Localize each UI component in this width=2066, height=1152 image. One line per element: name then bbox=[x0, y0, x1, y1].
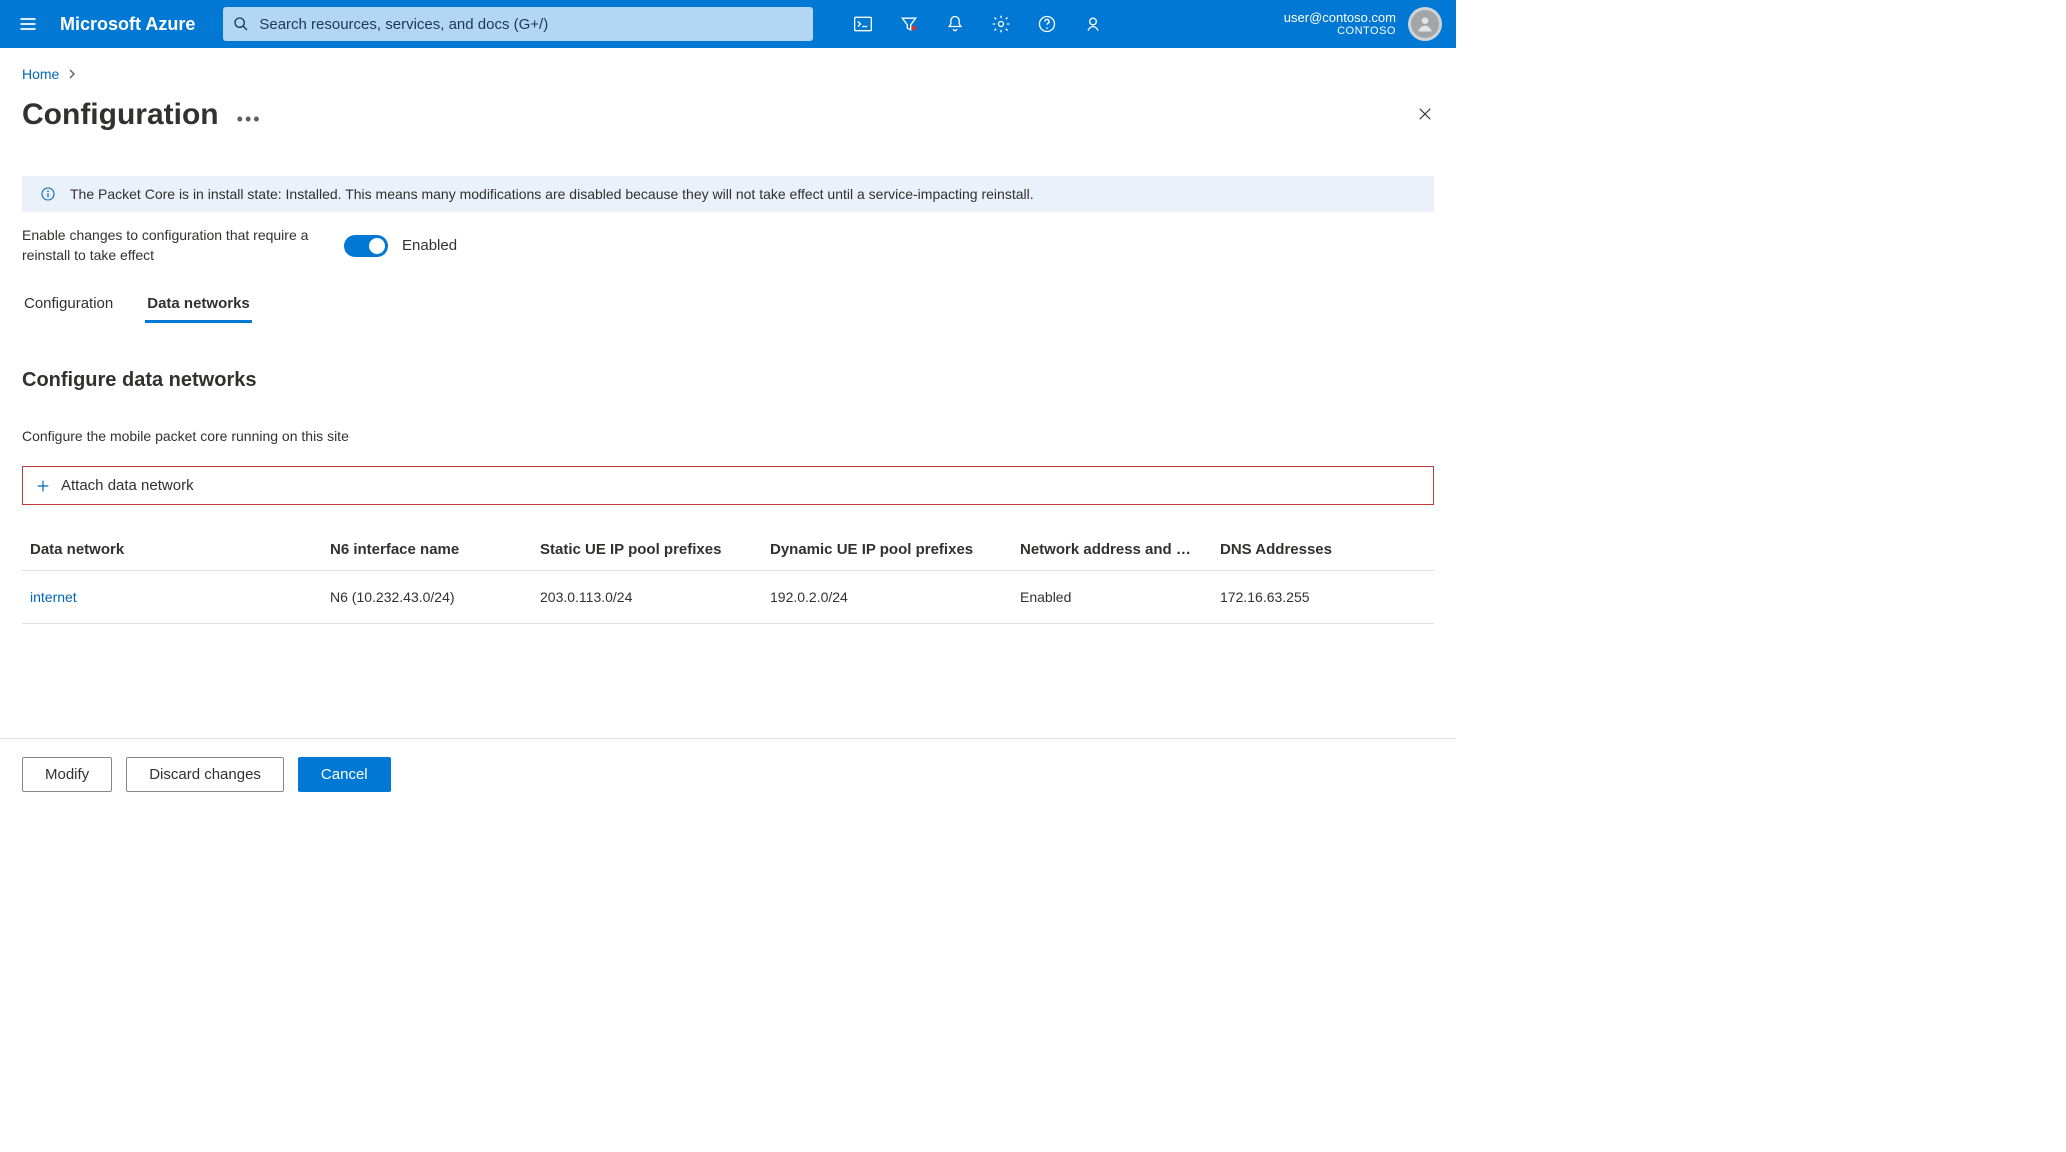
topbar-actions bbox=[841, 2, 1115, 46]
table-header-row: Data network N6 interface name Static UE… bbox=[22, 529, 1434, 571]
close-icon bbox=[1416, 105, 1434, 123]
data-network-link[interactable]: internet bbox=[30, 589, 330, 605]
cell-nat: Enabled bbox=[1020, 589, 1220, 605]
table-row: internet N6 (10.232.43.0/24) 203.0.113.0… bbox=[22, 571, 1434, 624]
cell-static-ip: 203.0.113.0/24 bbox=[540, 589, 770, 605]
discard-button[interactable]: Discard changes bbox=[126, 757, 284, 792]
filters-button[interactable] bbox=[887, 2, 931, 46]
hamburger-icon bbox=[18, 14, 38, 34]
settings-button[interactable] bbox=[979, 2, 1023, 46]
chevron-right-icon bbox=[67, 69, 77, 79]
feedback-icon bbox=[1083, 14, 1103, 34]
gear-icon bbox=[991, 14, 1011, 34]
title-row: Configuration ••• bbox=[22, 98, 1434, 132]
reinstall-toggle[interactable] bbox=[344, 235, 388, 257]
data-networks-table: Data network N6 interface name Static UE… bbox=[22, 529, 1434, 624]
section-title: Configure data networks bbox=[22, 369, 1434, 392]
cell-dynamic-ip: 192.0.2.0/24 bbox=[770, 589, 1020, 605]
global-menu-button[interactable] bbox=[8, 4, 48, 44]
reinstall-toggle-label: Enable changes to configuration that req… bbox=[22, 226, 312, 265]
notifications-button[interactable] bbox=[933, 2, 977, 46]
account-email: user@contoso.com bbox=[1284, 10, 1396, 26]
bell-icon bbox=[945, 14, 965, 34]
account-menu[interactable]: user@contoso.com CONTOSO bbox=[1284, 7, 1448, 41]
person-icon bbox=[1415, 14, 1435, 34]
attach-data-network-label: Attach data network bbox=[61, 477, 194, 494]
cloud-shell-button[interactable] bbox=[841, 2, 885, 46]
content-area: Home Configuration ••• The Packet Core i… bbox=[0, 48, 1456, 738]
account-org: CONTOSO bbox=[1284, 25, 1396, 38]
tab-data-networks[interactable]: Data networks bbox=[145, 289, 252, 323]
global-search[interactable] bbox=[223, 7, 813, 41]
reinstall-toggle-row: Enable changes to configuration that req… bbox=[22, 226, 1434, 265]
col-header-n6[interactable]: N6 interface name bbox=[330, 541, 540, 558]
attach-data-network-button[interactable]: Attach data network bbox=[22, 466, 1434, 505]
close-blade-button[interactable] bbox=[1416, 105, 1434, 126]
col-header-data-network[interactable]: Data network bbox=[30, 541, 330, 558]
search-icon bbox=[233, 16, 249, 32]
avatar[interactable] bbox=[1408, 7, 1442, 41]
help-button[interactable] bbox=[1025, 2, 1069, 46]
search-input[interactable] bbox=[259, 16, 803, 33]
info-banner-text: The Packet Core is in install state: Ins… bbox=[70, 186, 1034, 202]
col-header-static-ip[interactable]: Static UE IP pool prefixes bbox=[540, 541, 770, 558]
plus-icon bbox=[35, 478, 51, 494]
section-desc: Configure the mobile packet core running… bbox=[22, 428, 1434, 444]
account-text: user@contoso.com CONTOSO bbox=[1284, 10, 1396, 39]
modify-button[interactable]: Modify bbox=[22, 757, 112, 792]
col-header-dns[interactable]: DNS Addresses bbox=[1220, 541, 1426, 558]
breadcrumb-home[interactable]: Home bbox=[22, 66, 59, 82]
brand-logo[interactable]: Microsoft Azure bbox=[60, 14, 195, 35]
info-icon bbox=[40, 186, 56, 202]
help-icon bbox=[1037, 14, 1057, 34]
cell-n6: N6 (10.232.43.0/24) bbox=[330, 589, 540, 605]
page-title: Configuration bbox=[22, 98, 219, 132]
reinstall-toggle-state: Enabled bbox=[402, 237, 457, 254]
info-banner: The Packet Core is in install state: Ins… bbox=[22, 176, 1434, 212]
more-actions-button[interactable]: ••• bbox=[237, 102, 262, 128]
cancel-button[interactable]: Cancel bbox=[298, 757, 391, 792]
breadcrumb: Home bbox=[22, 66, 1434, 82]
tab-configuration[interactable]: Configuration bbox=[22, 289, 115, 323]
cloud-shell-icon bbox=[853, 14, 873, 34]
filter-icon bbox=[899, 14, 919, 34]
tabs: Configuration Data networks bbox=[22, 289, 1434, 323]
feedback-button[interactable] bbox=[1071, 2, 1115, 46]
topbar: Microsoft Azure user@contoso.com CONTOSO bbox=[0, 0, 1456, 48]
col-header-dynamic-ip[interactable]: Dynamic UE IP pool prefixes bbox=[770, 541, 1020, 558]
cell-dns: 172.16.63.255 bbox=[1220, 589, 1426, 605]
footer-actions: Modify Discard changes Cancel bbox=[0, 738, 1456, 810]
col-header-nat[interactable]: Network address and … bbox=[1020, 541, 1220, 558]
